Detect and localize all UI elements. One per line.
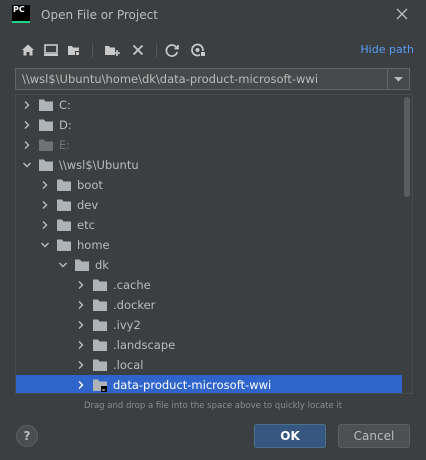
chevron-down-icon xyxy=(394,77,403,82)
tree-row[interactable]: boot xyxy=(16,175,402,195)
folder-icon xyxy=(93,299,107,311)
pycharm-logo-icon: PC xyxy=(12,5,30,23)
chevron-right-icon[interactable] xyxy=(22,140,32,150)
path-combobox xyxy=(15,68,410,90)
tree-row[interactable]: .landscape xyxy=(16,335,402,355)
tree-row[interactable]: etc xyxy=(16,215,402,235)
folder-icon xyxy=(75,259,89,271)
tree-row[interactable]: \\wsl$\Ubuntu xyxy=(16,155,402,175)
tree-row[interactable]: C: xyxy=(16,95,402,115)
home-icon[interactable] xyxy=(18,40,38,60)
show-hidden-icon[interactable] xyxy=(188,40,208,60)
folder-icon xyxy=(93,339,107,351)
chevron-right-icon[interactable] xyxy=(40,200,50,210)
chevron-right-icon[interactable] xyxy=(76,360,86,370)
toolbar: Hide path xyxy=(14,40,414,60)
ok-button[interactable]: OK xyxy=(254,424,326,448)
tree-row-label: home xyxy=(77,238,110,252)
folder-icon xyxy=(39,99,53,111)
folder-icon xyxy=(93,359,107,371)
tree-row[interactable]: dk xyxy=(16,255,402,275)
path-dropdown-button[interactable] xyxy=(387,69,409,89)
file-tree: C: D: E: \\wsl$\Ubuntu boot dev etc home dk .cach… xyxy=(15,94,413,394)
folder-icon xyxy=(57,219,71,231)
tree-row-label: .local xyxy=(113,358,144,372)
tree-row[interactable]: home xyxy=(16,235,402,255)
folder-icon xyxy=(39,159,53,171)
refresh-icon[interactable] xyxy=(162,40,182,60)
tree-row-label: data-product-microsoft-wwi xyxy=(113,378,272,392)
folder-icon xyxy=(39,119,53,131)
project-folder-icon[interactable] xyxy=(64,40,84,60)
tree-row-label: dk xyxy=(95,258,109,272)
tree-row-label: .docker xyxy=(113,298,156,312)
cancel-button[interactable]: Cancel xyxy=(338,424,410,448)
tree-row-label: E: xyxy=(59,138,71,152)
tree-row-label: D: xyxy=(59,118,72,132)
tree-row-label: dev xyxy=(77,198,99,212)
tree-row-label: boot xyxy=(77,178,103,192)
dialog-title: Open File or Project xyxy=(41,8,158,22)
folder-icon xyxy=(93,319,107,331)
chevron-right-icon[interactable] xyxy=(22,100,32,110)
tree-row-label: C: xyxy=(59,98,71,112)
tree-row[interactable]: dev xyxy=(16,195,402,215)
tree-row[interactable]: E: xyxy=(16,135,402,155)
help-button[interactable]: ? xyxy=(16,425,38,447)
tree-row[interactable]: data-product-microsoft-wwi xyxy=(16,375,402,393)
chevron-right-icon[interactable] xyxy=(40,220,50,230)
vertical-scrollbar[interactable] xyxy=(402,95,412,393)
project-folder-icon xyxy=(93,379,107,392)
title-bar: PC Open File or Project xyxy=(0,0,426,30)
folder-icon xyxy=(39,139,53,151)
tree-row[interactable]: .local xyxy=(16,355,402,375)
new-folder-icon[interactable] xyxy=(102,40,122,60)
toolbar-separator xyxy=(92,43,93,58)
tree-row[interactable]: .cache xyxy=(16,275,402,295)
chevron-right-icon[interactable] xyxy=(76,380,86,390)
tree-row-label: .landscape xyxy=(113,338,176,352)
chevron-down-icon[interactable] xyxy=(58,260,68,270)
close-icon[interactable] xyxy=(394,6,410,22)
chevron-right-icon[interactable] xyxy=(76,280,86,290)
hide-path-link[interactable]: Hide path xyxy=(360,43,414,56)
chevron-down-icon[interactable] xyxy=(22,160,32,170)
tree-row-label: .cache xyxy=(113,278,151,292)
tree-row-label: .ivy2 xyxy=(113,318,141,332)
delete-icon[interactable] xyxy=(128,40,148,60)
folder-icon xyxy=(93,279,107,291)
chevron-right-icon[interactable] xyxy=(76,340,86,350)
scrollbar-thumb[interactable] xyxy=(404,97,410,197)
tree-row-label: \\wsl$\Ubuntu xyxy=(59,158,139,172)
chevron-right-icon[interactable] xyxy=(40,180,50,190)
chevron-down-icon[interactable] xyxy=(40,240,50,250)
desktop-icon[interactable] xyxy=(41,40,61,60)
folder-icon xyxy=(57,239,71,251)
tree-row[interactable]: .docker xyxy=(16,295,402,315)
tree-row[interactable]: D: xyxy=(16,115,402,135)
toolbar-separator xyxy=(156,43,157,58)
path-input[interactable] xyxy=(16,69,398,89)
folder-icon xyxy=(57,199,71,211)
folder-icon xyxy=(57,179,71,191)
tree-row-label: etc xyxy=(77,218,95,232)
chevron-right-icon[interactable] xyxy=(76,320,86,330)
chevron-right-icon[interactable] xyxy=(22,120,32,130)
drag-drop-hint: Drag and drop a file into the space abov… xyxy=(83,401,343,411)
tree-row[interactable]: .ivy2 xyxy=(16,315,402,335)
chevron-right-icon[interactable] xyxy=(76,300,86,310)
